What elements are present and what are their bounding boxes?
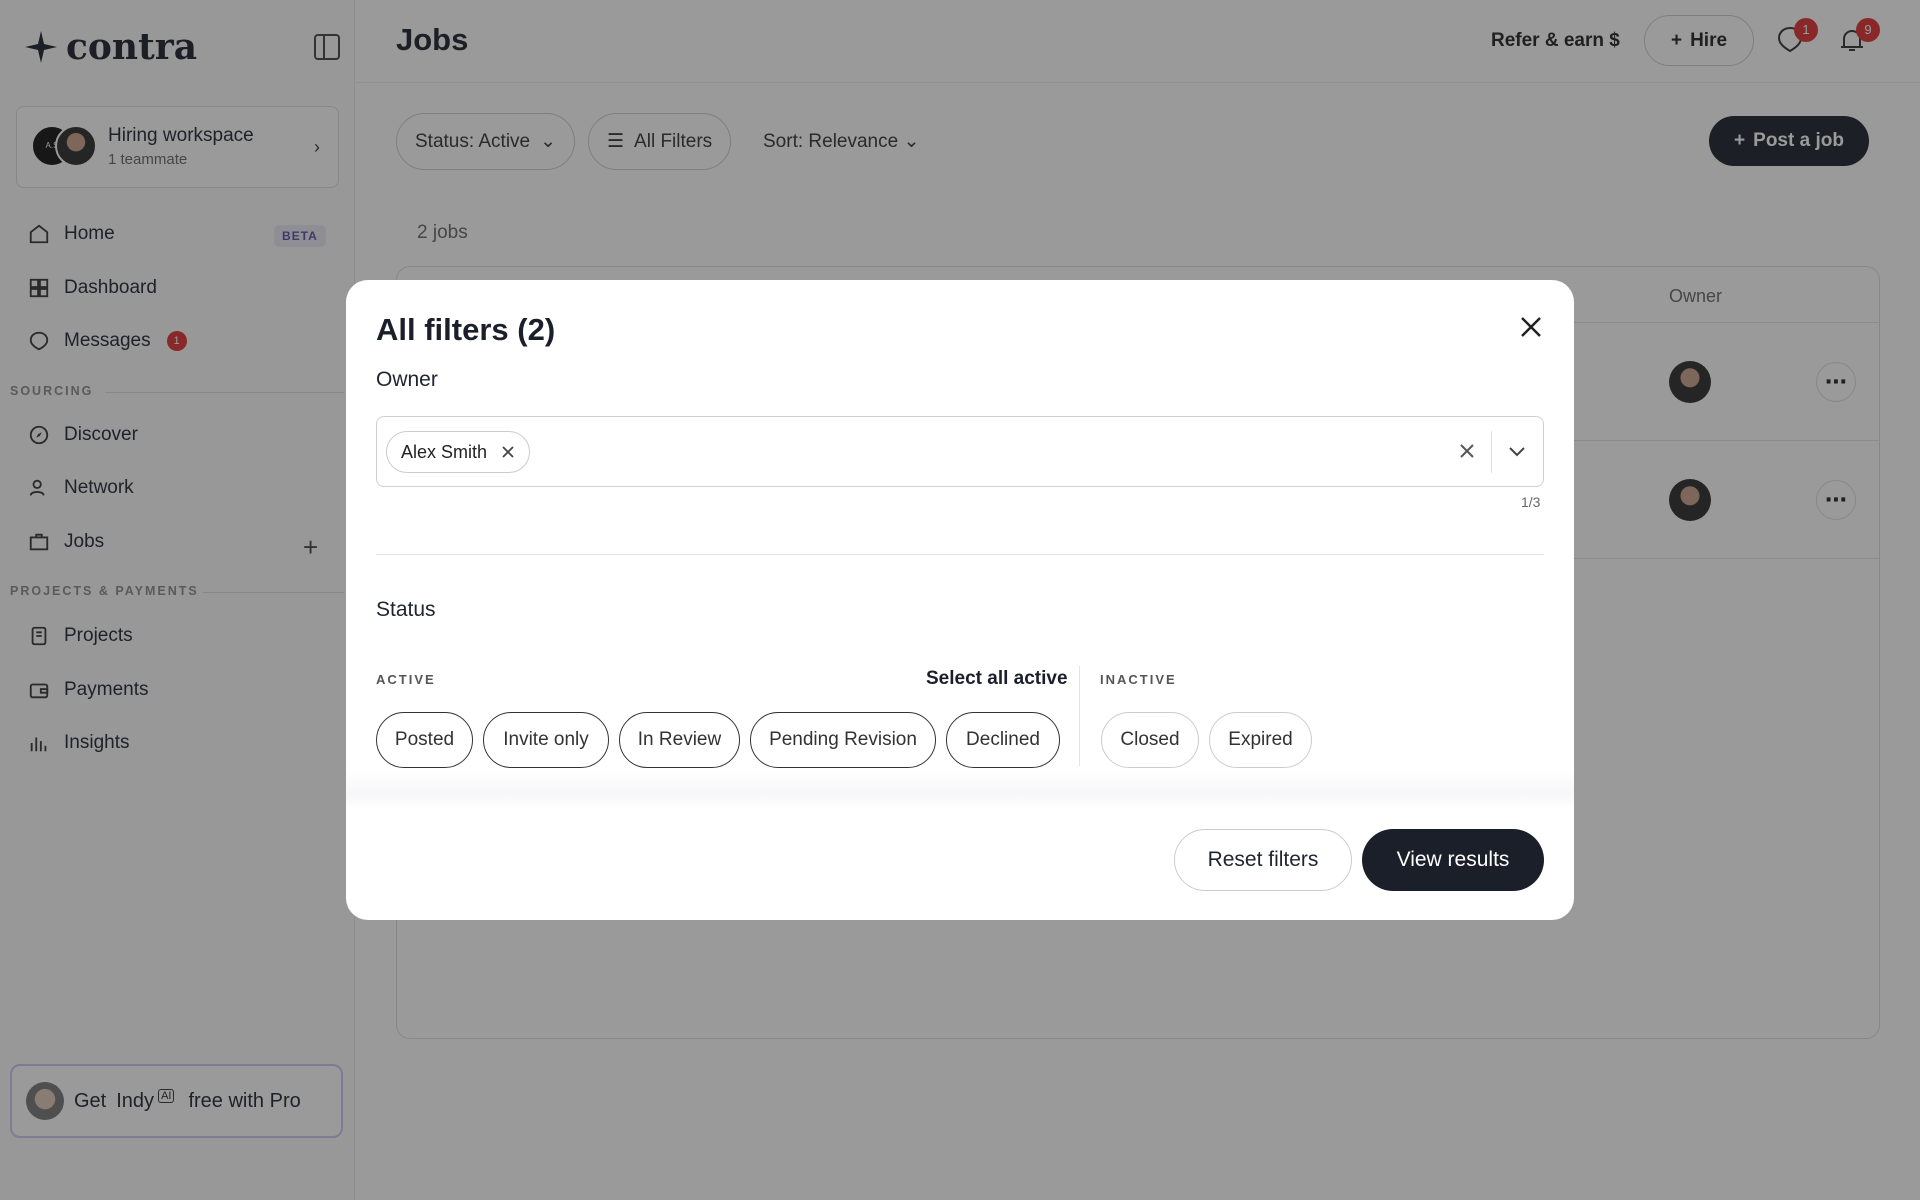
status-pill-expired[interactable]: Expired	[1209, 712, 1312, 768]
chevron-down-icon[interactable]	[1505, 439, 1529, 463]
status-section-title: Status	[376, 598, 436, 621]
reset-filters-button[interactable]: Reset filters	[1174, 829, 1352, 891]
owner-chip: Alex Smith	[386, 431, 531, 473]
status-pill-posted[interactable]: Posted	[376, 712, 473, 768]
clear-selection-icon[interactable]	[1455, 439, 1479, 463]
owner-chip-label: Alex Smith	[401, 441, 488, 462]
modal-title: All filters (2)	[376, 312, 556, 347]
scroll-fade	[346, 770, 1574, 810]
owner-select[interactable]: Alex Smith	[376, 416, 1544, 487]
owner-section-title: Owner	[376, 368, 438, 391]
status-pill-declined[interactable]: Declined	[946, 712, 1060, 768]
status-pill-invite-only[interactable]: Invite only	[483, 712, 609, 768]
inactive-group-label: INACTIVE	[1100, 672, 1177, 687]
select-separator	[1491, 431, 1492, 473]
status-group-separator	[1079, 666, 1080, 766]
owner-selection-count: 1/3	[1521, 494, 1541, 510]
status-pill-pending-revision[interactable]: Pending Revision	[750, 712, 936, 768]
all-filters-modal: All filters (2) Owner Alex Smith 1/3 Sta…	[346, 280, 1574, 920]
active-group-label: ACTIVE	[376, 672, 436, 687]
view-results-button[interactable]: View results	[1362, 829, 1544, 891]
select-all-active-button[interactable]: Select all active	[926, 668, 1068, 690]
remove-chip-icon[interactable]	[501, 445, 515, 459]
close-icon[interactable]	[1516, 312, 1546, 342]
status-pill-in-review[interactable]: In Review	[619, 712, 740, 768]
modal-divider	[376, 554, 1544, 555]
status-pill-closed[interactable]: Closed	[1101, 712, 1199, 768]
